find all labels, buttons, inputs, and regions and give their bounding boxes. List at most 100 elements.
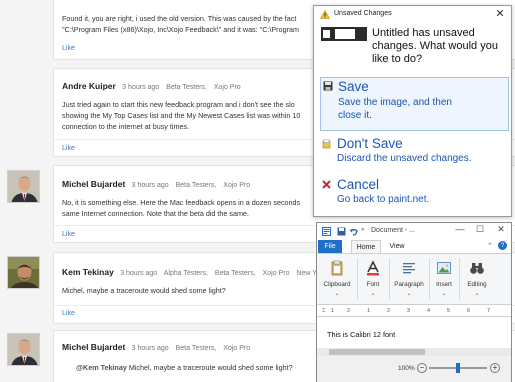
collapse-ribbon-icon[interactable]: ⌃: [487, 242, 493, 250]
chevron-down-icon: ⌄: [474, 291, 480, 297]
ruler-mark: 7: [487, 308, 491, 314]
ribbon-group-insert[interactable]: Insert ⌄: [431, 258, 457, 302]
cancel-option-title: Cancel: [337, 177, 380, 192]
avatar-kem[interactable]: [7, 256, 40, 289]
document-text[interactable]: This is Calibri 12 font: [327, 330, 395, 339]
ribbon: Clipboard ⌄ Font ⌄ Paragraph ⌄ Insert ⌄ …: [317, 253, 511, 305]
discard-icon: [322, 139, 331, 149]
author-name-text[interactable]: Kem Tekinay: [62, 267, 114, 277]
user-tag: Beta Testers,: [166, 84, 207, 91]
reply-text: Michel, maybe a traceroute would shed so…: [128, 363, 293, 372]
user-tag: Alpha Testers,: [163, 270, 208, 277]
zoom-slider[interactable]: [429, 363, 487, 373]
comment-time: 3 hours ago: [122, 84, 160, 91]
screen: Found it, you are right, i used the old …: [0, 0, 515, 382]
comment-time: 3 hours ago: [120, 270, 158, 277]
ribbon-group-editing[interactable]: Editing ⌄: [461, 258, 493, 302]
chevron-down-icon: ⌄: [334, 291, 340, 297]
status-bar: 100% − +: [317, 356, 511, 382]
ruler: ⌶ 1 2 1 2 3 4 5 6 7: [317, 306, 511, 317]
author-name-text[interactable]: Michel Bujardet: [62, 179, 125, 189]
ribbon-separator: [459, 258, 460, 300]
dont-save-option[interactable]: Don't Save Discard the unsaved changes.: [320, 136, 509, 170]
mention-link[interactable]: @Kem Tekinay: [76, 363, 127, 372]
like-link[interactable]: Like: [62, 145, 75, 152]
save-icon[interactable]: [337, 227, 346, 236]
like-link[interactable]: Like: [62, 310, 75, 317]
image-thumbnail: [321, 27, 367, 41]
avatar-michel[interactable]: [7, 170, 40, 203]
avatar-michel[interactable]: [7, 333, 40, 366]
ribbon-group-label: Font: [366, 281, 380, 288]
save-option-desc: Save the image, and then: [338, 97, 452, 108]
ribbon-group-font[interactable]: Font ⌄: [359, 258, 387, 302]
zoom-out-button[interactable]: −: [417, 363, 427, 373]
ribbon-separator: [389, 258, 390, 300]
ribbon-group-clipboard[interactable]: Clipboard ⌄: [319, 258, 355, 302]
help-icon[interactable]: ?: [498, 241, 507, 250]
ribbon-group-label: Insert: [436, 281, 452, 288]
save-option-title: Save: [338, 79, 369, 94]
ribbon-tabs: File Home View ⌃ ?: [317, 240, 511, 253]
ruler-mark: 3: [407, 308, 411, 314]
cancel-option[interactable]: Cancel Go back to paint.net.: [320, 177, 509, 211]
like-link[interactable]: Like: [62, 231, 75, 238]
document-title: Document - ...: [371, 227, 415, 234]
comment-meta: 3 hours ago Beta Testers, Xojo Pro: [132, 345, 255, 352]
binoculars-icon: [470, 263, 484, 274]
tab-stop-icon[interactable]: ⌶: [322, 308, 325, 315]
minimize-icon[interactable]: —: [453, 224, 467, 234]
author-name: Andre Kuiper 3 hours ago Beta Testers, X…: [62, 81, 246, 91]
like-link[interactable]: Like: [62, 45, 75, 52]
app-icon: [322, 227, 331, 236]
ribbon-group-label: Editing: [467, 281, 487, 288]
undo-icon[interactable]: [349, 227, 358, 236]
document-canvas[interactable]: This is Calibri 12 font: [317, 318, 511, 352]
tab-file[interactable]: File: [318, 240, 342, 253]
zoom-slider-knob[interactable]: [456, 363, 460, 373]
author-name: Michel Bujardet 3 hours ago Beta Testers…: [62, 342, 255, 352]
avatar-image: [8, 171, 39, 202]
comment-time: 3 hours ago: [131, 345, 169, 352]
author-name-text[interactable]: Andre Kuiper: [62, 81, 116, 91]
dialog-title: Unsaved Changes: [334, 10, 392, 17]
clipboard-icon: [331, 260, 343, 276]
font-icon: [367, 260, 379, 276]
dont-save-option-desc: Discard the unsaved changes.: [337, 153, 472, 164]
horizontal-scrollbar[interactable]: [317, 348, 511, 356]
tab-view[interactable]: View: [385, 240, 409, 253]
ruler-mark: 6: [467, 308, 471, 314]
author-name: Michel Bujardet 3 hours ago Beta Testers…: [62, 179, 255, 189]
user-tag: Beta Testers,: [175, 182, 217, 189]
user-tag: Beta Testers,: [214, 270, 256, 277]
chevron-down-icon: ⌄: [441, 291, 447, 297]
chevron-down-icon: ⌄: [370, 291, 376, 297]
comment-meta: 3 hours ago Alpha Testers, Beta Testers,…: [120, 270, 331, 277]
quoted-reply: @Kem Tekinay Michel, maybe a traceroute …: [76, 363, 293, 372]
tab-home[interactable]: Home: [351, 240, 381, 253]
ribbon-group-label: Clipboard: [323, 281, 351, 288]
close-icon[interactable]: ✕: [494, 224, 508, 235]
zoom-level: 100%: [398, 365, 415, 372]
maximize-icon[interactable]: ☐: [473, 224, 487, 235]
ruler-mark: 1: [367, 308, 371, 314]
cancel-option-desc: Go back to paint.net.: [337, 194, 430, 205]
scrollbar-thumb[interactable]: [329, 349, 425, 355]
ruler-mark: 1: [331, 308, 335, 314]
save-option[interactable]: Save Save the image, and then close it.: [320, 77, 509, 131]
close-icon[interactable]: ✕: [494, 7, 506, 20]
user-tag: Xojo Pro: [262, 270, 290, 277]
ruler-mark: 2: [387, 308, 391, 314]
author-name-text[interactable]: Michel Bujardet: [62, 342, 125, 352]
paragraph-icon: [403, 263, 415, 274]
comment-time: 3 hours ago: [131, 182, 169, 189]
save-icon: [323, 81, 333, 91]
paint-titlebar: » Document - ... — ☐ ✕: [317, 223, 511, 239]
ribbon-separator: [357, 258, 358, 300]
comment-meta: 3 hours ago Beta Testers, Xojo Pro: [132, 182, 255, 189]
ribbon-group-paragraph[interactable]: Paragraph ⌄: [391, 258, 427, 302]
quick-access-overflow-icon[interactable]: »: [361, 227, 364, 233]
author-name: Kem Tekinay 3 hours ago Alpha Testers, B…: [62, 267, 331, 277]
ribbon-separator: [429, 258, 430, 300]
zoom-in-button[interactable]: +: [490, 363, 500, 373]
